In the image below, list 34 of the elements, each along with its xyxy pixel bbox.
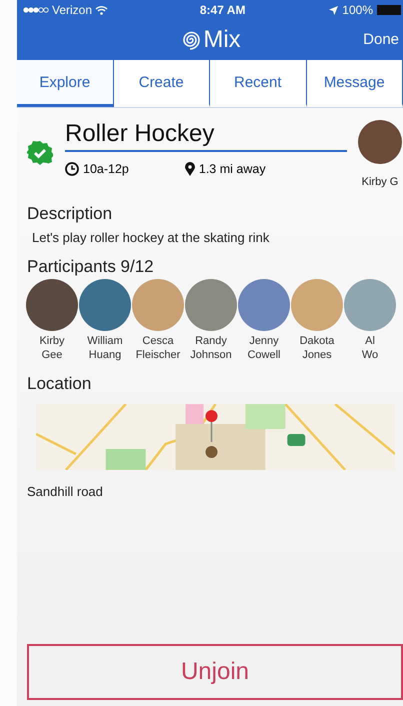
event-title: Roller Hockey (65, 120, 347, 152)
participant-avatar[interactable] (238, 279, 290, 331)
section-heading: Description (27, 204, 114, 224)
participant-avatar[interactable] (79, 279, 131, 331)
location-arrow-icon (329, 6, 338, 14)
clock-time: 8:47 AM (200, 3, 246, 17)
signal-icon (23, 7, 49, 13)
nav-tab[interactable]: Explore (17, 60, 114, 107)
map-pin-icon (184, 162, 195, 176)
location-address: Sandhill road (27, 484, 104, 499)
participant-name: William Huang (87, 334, 123, 362)
host-avatar[interactable] (358, 120, 402, 164)
clock-icon (65, 162, 79, 176)
description-text: Let's play roller hockey at the skating rink (32, 230, 270, 245)
participant-name: Dakota Jones (300, 334, 334, 362)
section-heading: Participants 9/12 (27, 257, 155, 277)
done-button[interactable]: Done (361, 31, 401, 48)
map-drawing[interactable] (36, 404, 395, 470)
section-heading: Location (27, 374, 92, 394)
participant-name: Cesca Fleischer (136, 334, 180, 362)
participant-avatar[interactable] (26, 279, 78, 331)
carrier-name: Verizon (52, 3, 92, 17)
wifi-icon (95, 5, 108, 15)
participant-name: Jenny Cowell (247, 334, 280, 362)
battery-percent: 100% (342, 3, 373, 17)
battery-icon (377, 5, 401, 15)
host-name: Kirby G (362, 176, 398, 188)
event-distance: 1.3 mi away (184, 162, 266, 176)
participant-name: Randy Johnson (190, 334, 232, 362)
app-title: Mix (203, 26, 241, 54)
unjoin-button[interactable]: Unjoin (27, 644, 403, 700)
participant-name: Al Wo (362, 334, 378, 362)
event-time: 10a-12p (65, 162, 129, 176)
participant-name: Kirby Gee (39, 334, 65, 362)
